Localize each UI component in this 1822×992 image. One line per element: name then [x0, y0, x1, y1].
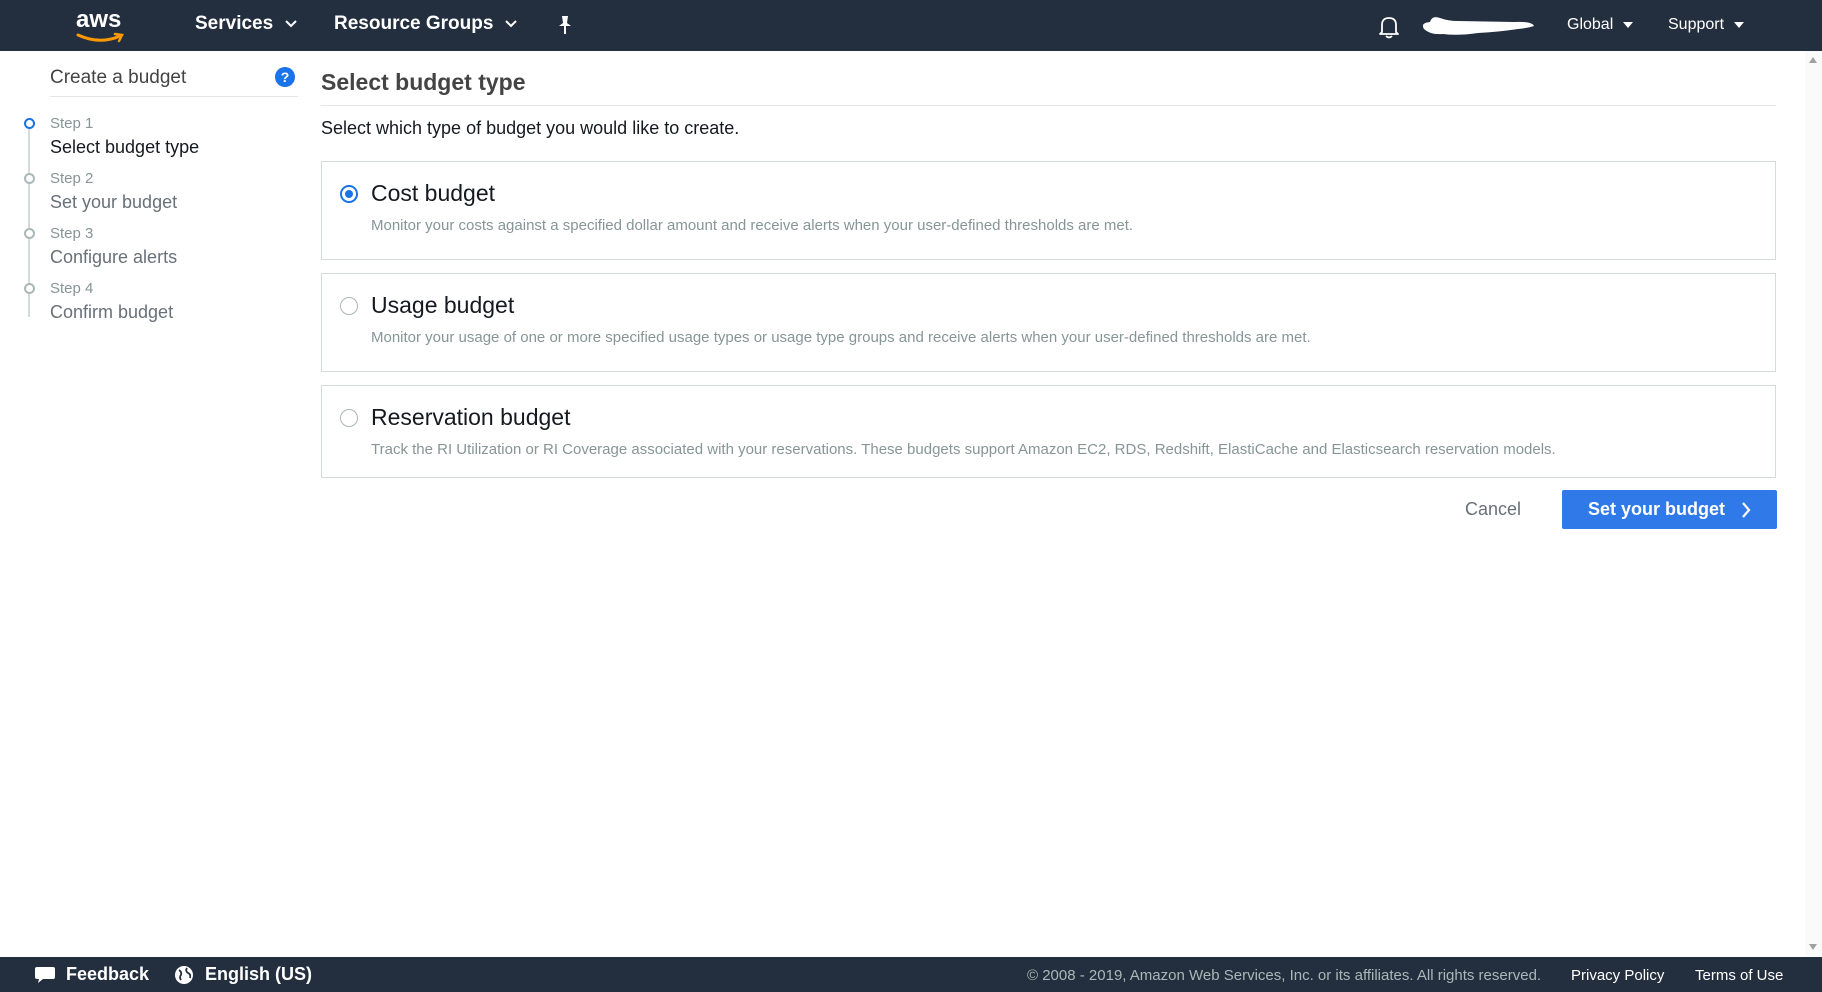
- privacy-policy-link[interactable]: Privacy Policy: [1571, 967, 1664, 984]
- footer-bar: Feedback English (US) © 2008 - 2019, Ama…: [0, 957, 1822, 992]
- help-icon[interactable]: ?: [275, 67, 295, 87]
- title-divider: [321, 105, 1776, 106]
- language-label: English (US): [205, 964, 312, 984]
- services-menu[interactable]: Services: [195, 13, 297, 35]
- cost-budget-radio[interactable]: [340, 185, 358, 203]
- step-number: Step 2: [50, 170, 94, 187]
- aws-logo-text: aws: [76, 6, 122, 33]
- step-number: Step 3: [50, 225, 94, 242]
- step-number: Step 4: [50, 280, 94, 297]
- globe-icon: [175, 965, 193, 984]
- step-indicator-icon: [24, 173, 35, 184]
- page-scrollbar[interactable]: [1805, 51, 1822, 956]
- aws-logo[interactable]: aws: [74, 6, 128, 44]
- option-title: Usage budget: [371, 292, 515, 318]
- option-title: Reservation budget: [371, 404, 571, 430]
- language-selector[interactable]: English (US): [173, 964, 312, 985]
- support-menu[interactable]: Support: [1668, 16, 1745, 34]
- step-label: Confirm budget: [50, 302, 174, 322]
- services-label: Services: [195, 13, 274, 34]
- step-indicator-icon: [24, 118, 35, 129]
- step-label: Configure alerts: [50, 247, 178, 267]
- chevron-down-icon: [285, 20, 297, 28]
- speech-bubble-icon: [35, 966, 55, 983]
- pin-icon[interactable]: [556, 15, 574, 35]
- caret-down-icon: [1623, 22, 1634, 28]
- option-description: Track the RI Utilization or RI Coverage …: [371, 441, 1556, 458]
- reservation-budget-radio[interactable]: [340, 409, 358, 427]
- chevron-down-icon: [505, 20, 518, 28]
- copyright-text: © 2008 - 2019, Amazon Web Services, Inc.…: [1027, 967, 1542, 984]
- caret-down-icon: [1734, 22, 1745, 28]
- scroll-down-arrow-icon[interactable]: [1809, 944, 1817, 950]
- wizard-actions: Cancel Set your budget: [321, 490, 1777, 530]
- usage-budget-radio[interactable]: [340, 297, 358, 315]
- wizard-step-4[interactable]: Step 4 Confirm budget: [20, 280, 290, 330]
- option-title: Cost budget: [371, 180, 496, 206]
- step-number: Step 1: [50, 115, 94, 132]
- option-description: Monitor your costs against a specified d…: [371, 217, 1134, 234]
- set-your-budget-button[interactable]: Set your budget: [1562, 490, 1777, 529]
- scroll-up-arrow-icon[interactable]: [1809, 57, 1817, 63]
- step-label: Select budget type: [50, 137, 200, 157]
- region-menu[interactable]: Global: [1567, 16, 1634, 34]
- step-indicator-icon: [24, 283, 35, 294]
- region-label: Global: [1567, 16, 1614, 33]
- sidebar-title: Create a budget: [50, 67, 187, 88]
- cancel-button[interactable]: Cancel: [1465, 499, 1521, 520]
- wizard-step-2[interactable]: Step 2 Set your budget: [20, 170, 290, 220]
- feedback-label: Feedback: [66, 964, 150, 984]
- step-indicator-icon: [24, 228, 35, 239]
- option-description: Monitor your usage of one or more specif…: [371, 329, 1311, 346]
- feedback-button[interactable]: Feedback: [34, 964, 149, 985]
- page-subtitle: Select which type of budget you would li…: [321, 118, 740, 138]
- bell-icon[interactable]: [1378, 15, 1400, 39]
- resource-groups-label: Resource Groups: [334, 13, 494, 34]
- support-label: Support: [1668, 16, 1725, 33]
- account-menu-redacted[interactable]: [1418, 13, 1536, 39]
- page-title: Select budget type: [321, 69, 526, 95]
- sidebar-header: Create a budget ?: [50, 65, 298, 97]
- budget-option-cost[interactable]: Cost budget Monitor your costs against a…: [321, 161, 1776, 260]
- chevron-right-icon: [1742, 501, 1751, 518]
- aws-smile-icon: [76, 32, 124, 43]
- wizard-step-3[interactable]: Step 3 Configure alerts: [20, 225, 290, 275]
- terms-of-use-link[interactable]: Terms of Use: [1695, 967, 1783, 984]
- budget-option-reservation[interactable]: Reservation budget Track the RI Utilizat…: [321, 385, 1776, 478]
- step-label: Set your budget: [50, 192, 178, 212]
- top-navigation-bar: aws Services Resource Groups Global Supp…: [0, 0, 1822, 51]
- next-button-label: Set your budget: [1588, 499, 1726, 519]
- resource-groups-menu[interactable]: Resource Groups: [334, 13, 518, 35]
- wizard-step-1[interactable]: Step 1 Select budget type: [20, 115, 290, 165]
- budget-option-usage[interactable]: Usage budget Monitor your usage of one o…: [321, 273, 1776, 372]
